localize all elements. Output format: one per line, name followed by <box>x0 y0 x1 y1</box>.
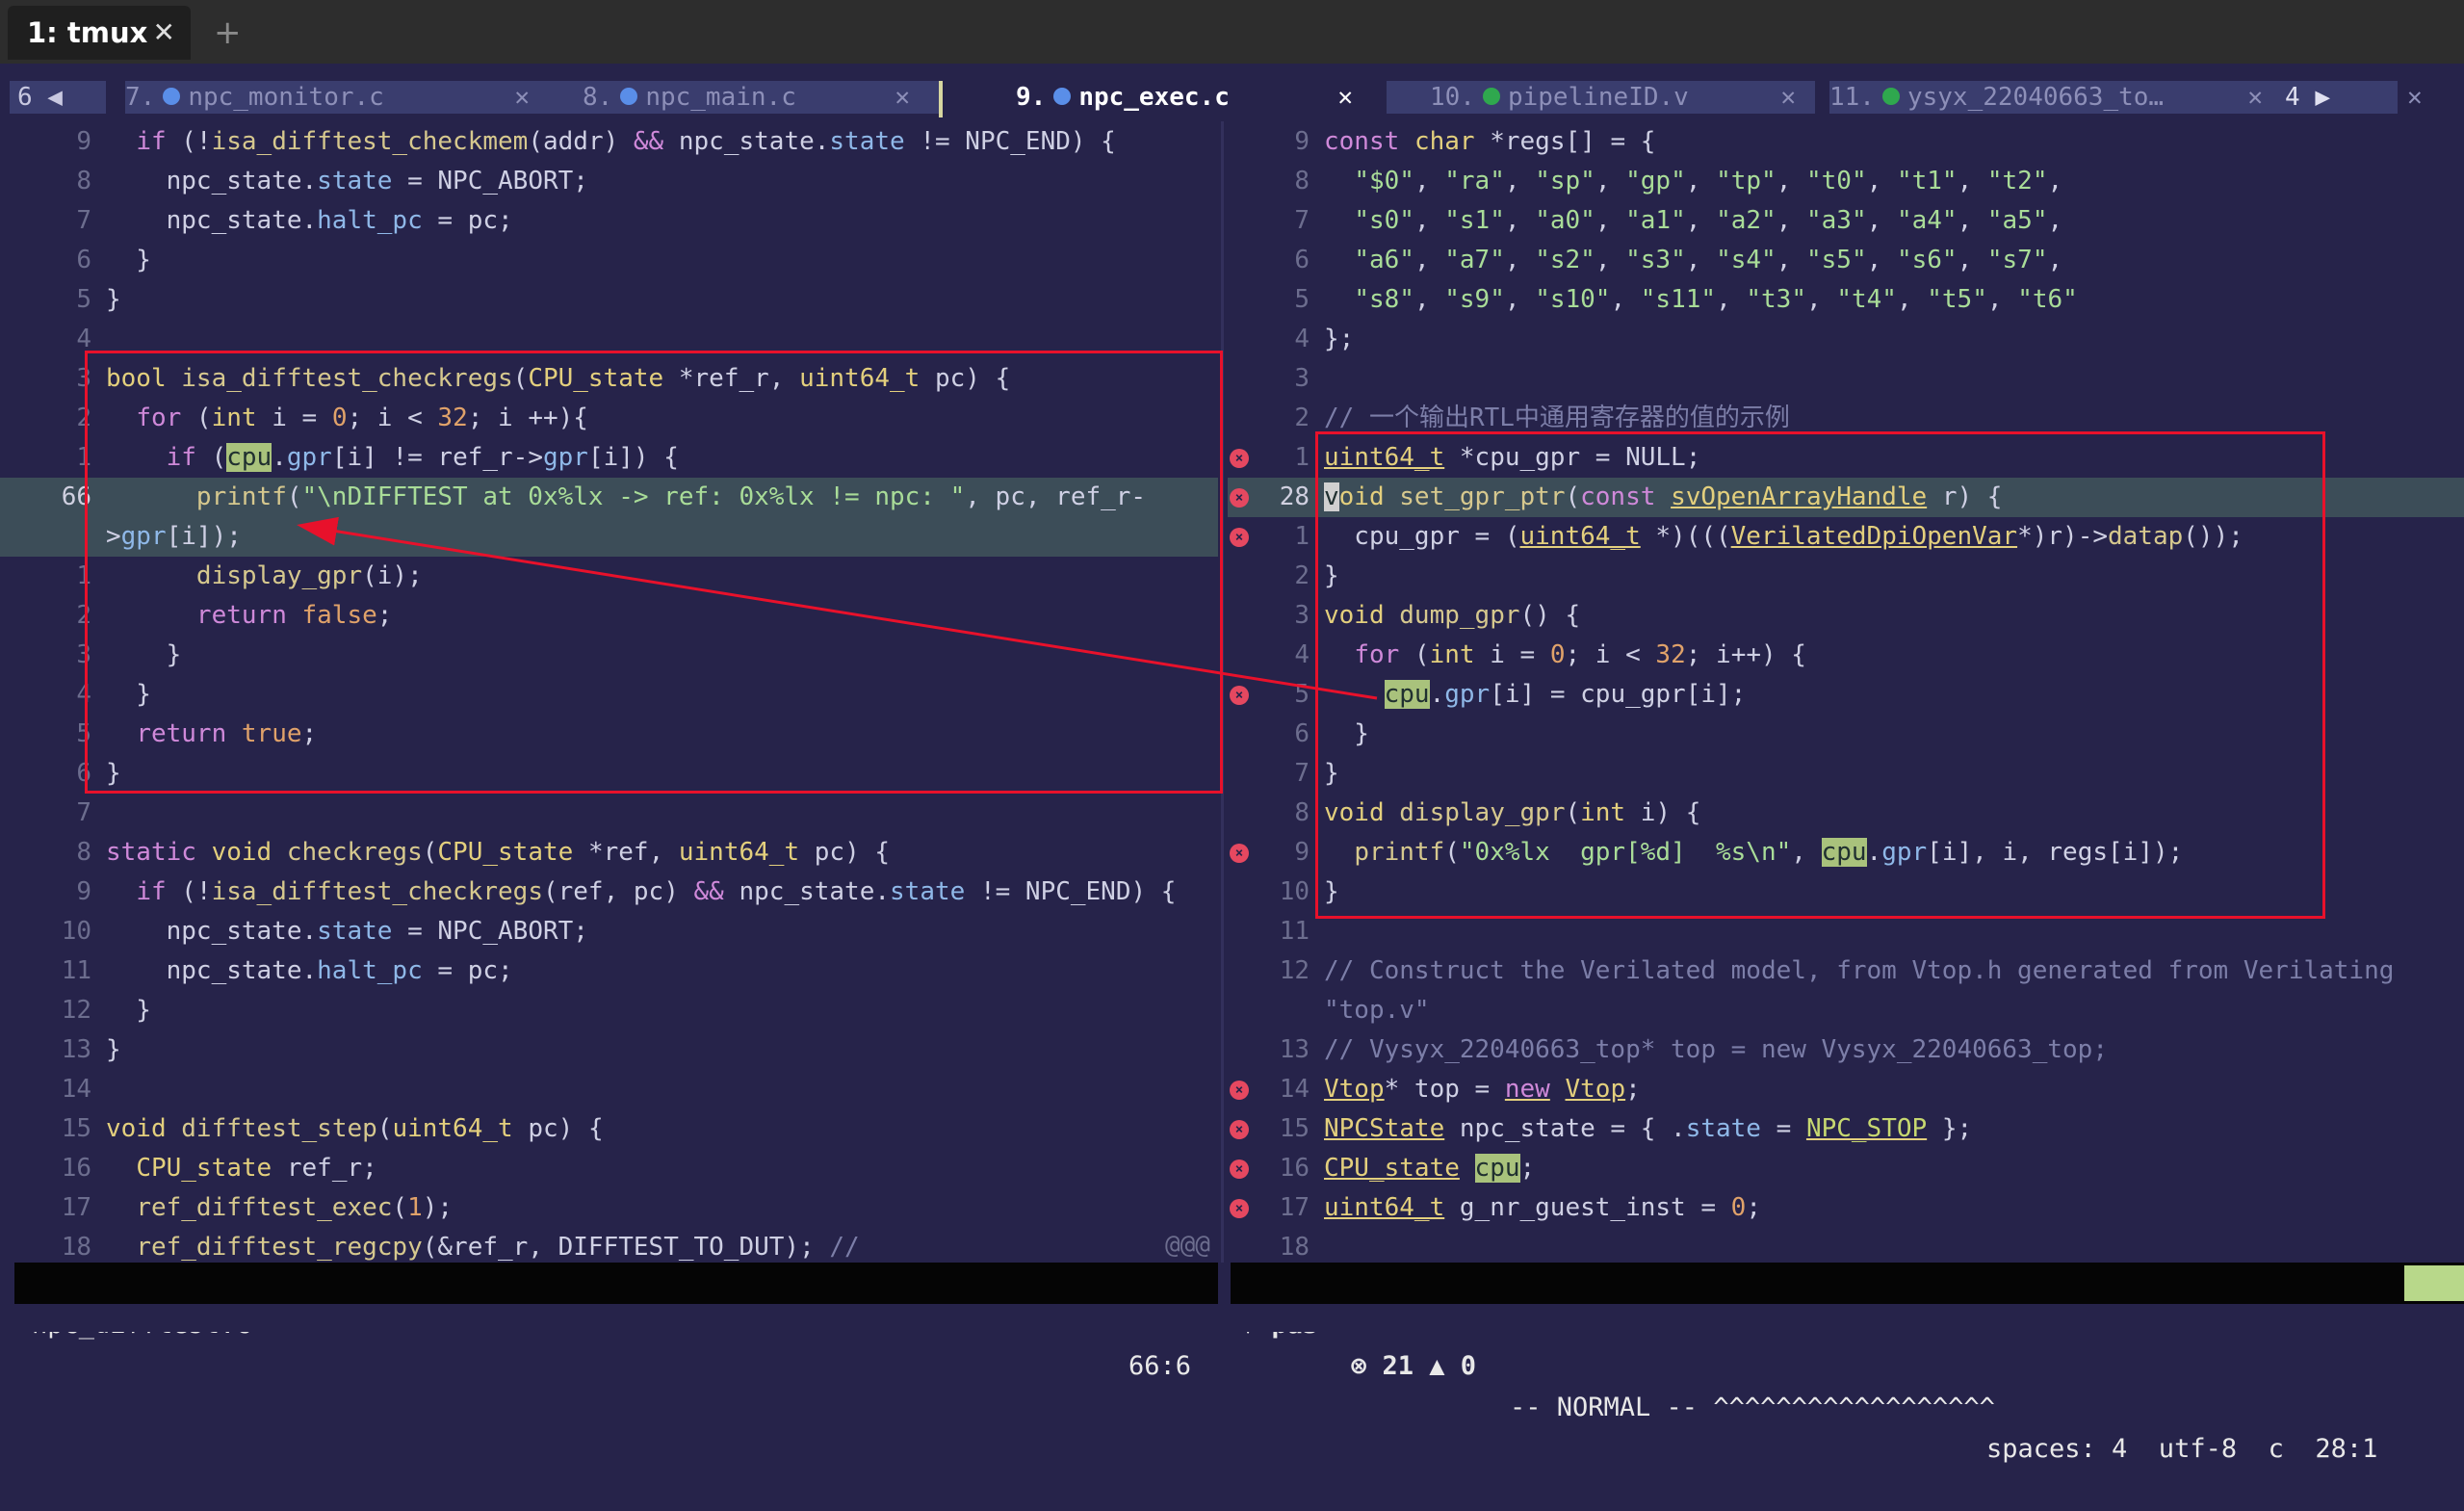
annotation-arrow <box>297 516 1378 700</box>
status-end-block <box>2404 1265 2464 1301</box>
right-statusline: ⑂ pa3 ⊗ 21 ▲ 0 -- NORMAL -- ^^^^^^^^^^^^… <box>1231 1263 2464 1464</box>
vim-mode: -- NORMAL -- ^^^^^^^^^^^^^^^^^^ <box>1510 1393 1995 1422</box>
file-info: spaces: 4 utf-8 c 28:1 <box>1986 1434 2378 1464</box>
diagnostics-count[interactable]: ⊗ 21 ▲ 0 <box>1351 1345 1476 1387</box>
left-statusline: npc_difftest.c 66:6 <box>14 1263 1218 1381</box>
status-position: 66:6 <box>1128 1351 1191 1381</box>
bottom-padding <box>0 1304 2464 1332</box>
